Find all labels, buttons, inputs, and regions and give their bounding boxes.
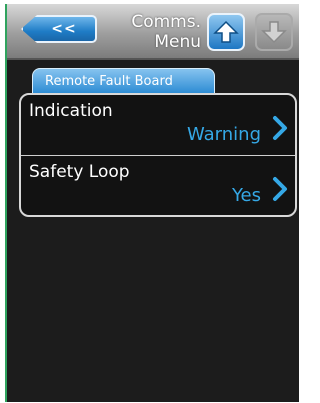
header-bar: << Comms. Menu bbox=[7, 4, 299, 60]
page-title-line1: Comms. bbox=[131, 12, 201, 32]
setting-value: Yes bbox=[231, 185, 261, 206]
chevron-right-icon bbox=[273, 177, 287, 201]
scroll-down-button[interactable] bbox=[255, 13, 293, 51]
chevron-right-icon bbox=[273, 116, 287, 140]
back-button-label: << bbox=[51, 21, 77, 37]
back-button[interactable]: << bbox=[21, 15, 97, 43]
setting-label: Safety Loop bbox=[29, 162, 130, 182]
setting-row-indication[interactable]: Indication Warning bbox=[21, 95, 295, 156]
screen: << Comms. Menu Remote Fault Board Indica… bbox=[5, 4, 299, 402]
page-title-line2: Menu bbox=[154, 32, 201, 52]
settings-panel: Indication Warning Safety Loop Yes bbox=[19, 93, 297, 217]
setting-label: Indication bbox=[29, 101, 113, 121]
page-title: Comms. Menu bbox=[131, 12, 201, 52]
arrow-up-icon bbox=[213, 20, 239, 43]
setting-value: Warning bbox=[186, 124, 261, 145]
arrow-down-icon bbox=[261, 21, 287, 44]
tab-remote-fault-board[interactable]: Remote Fault Board bbox=[32, 68, 215, 94]
scroll-up-button[interactable] bbox=[207, 13, 245, 51]
setting-row-safety-loop[interactable]: Safety Loop Yes bbox=[21, 156, 295, 216]
